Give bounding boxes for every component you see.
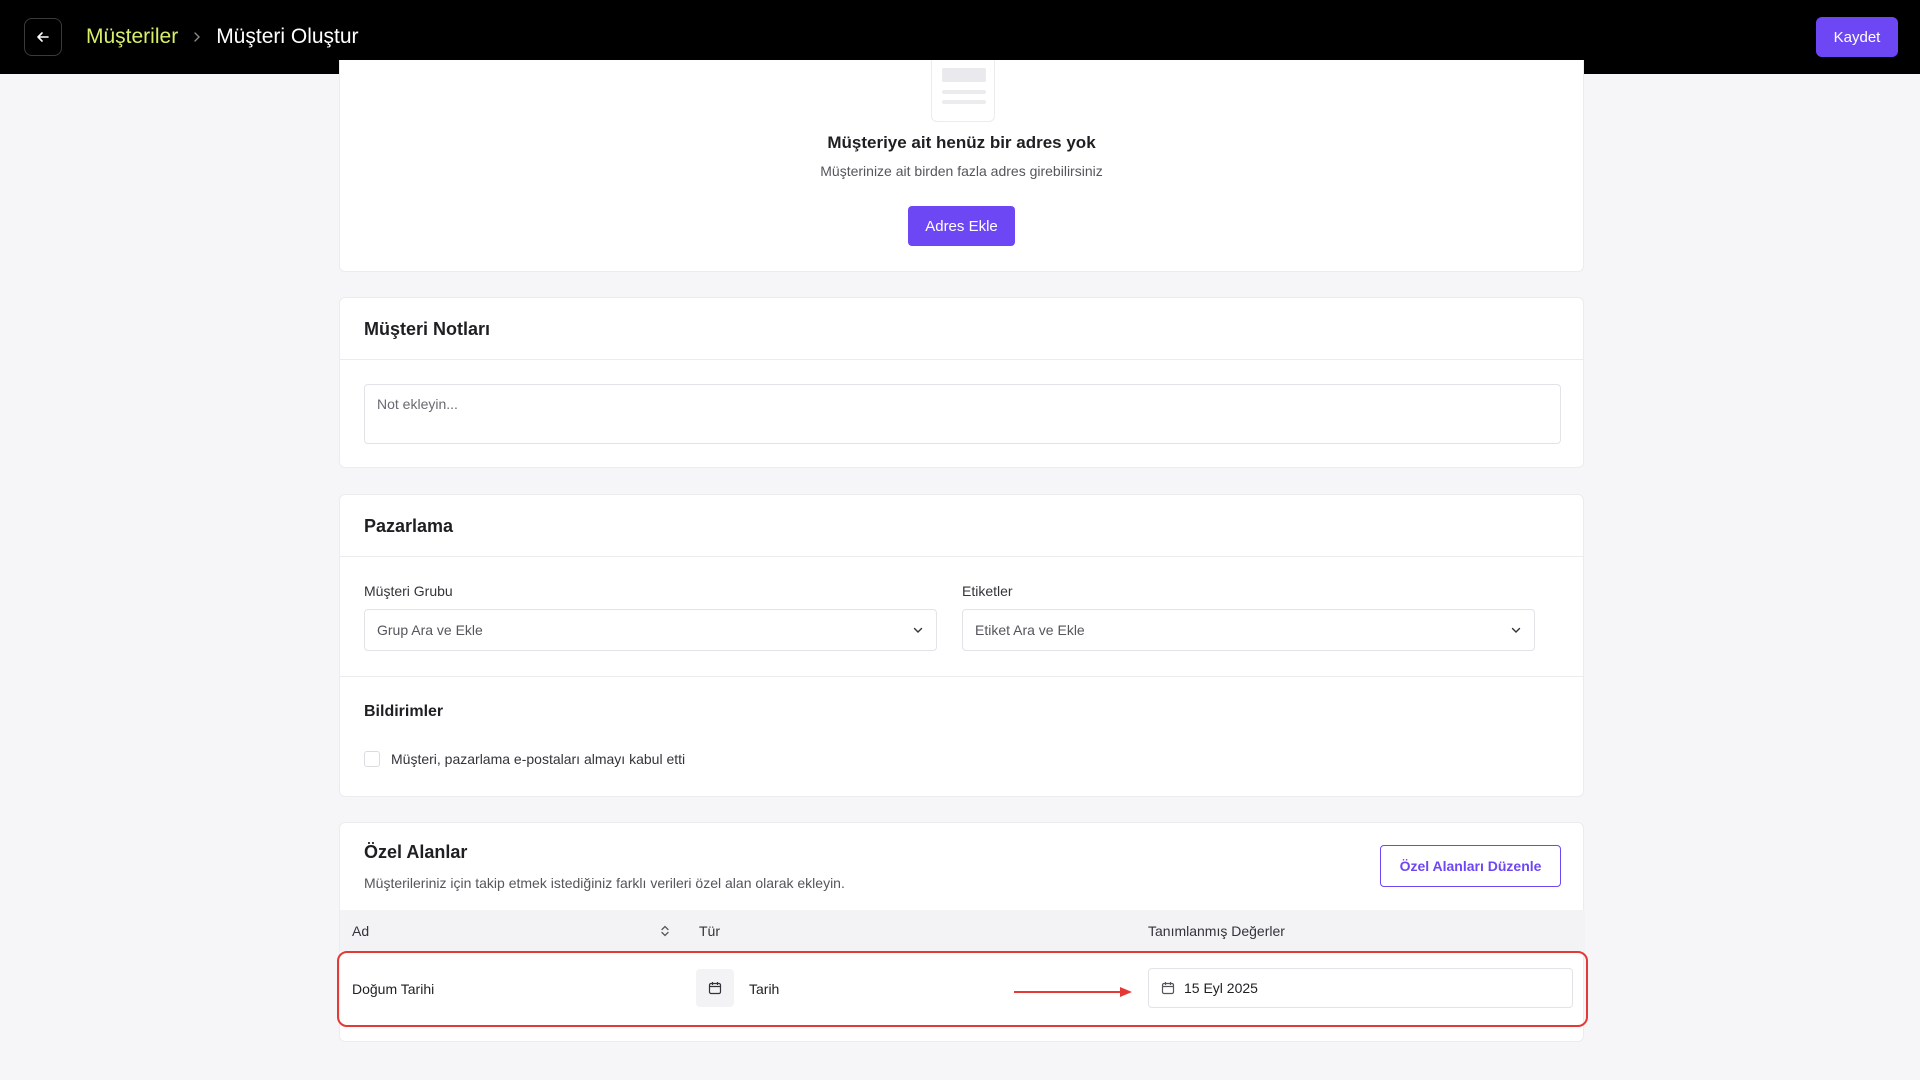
notes-input[interactable] xyxy=(364,384,1561,444)
divider xyxy=(340,556,1583,557)
date-value: 15 Eyl 2025 xyxy=(1184,980,1258,996)
address-empty-title: Müşteriye ait henüz bir adres yok xyxy=(827,133,1096,152)
notifications-title: Bildirimler xyxy=(364,703,444,720)
page-title: Müşteri Oluştur xyxy=(216,25,359,48)
add-address-button[interactable]: Adres Ekle xyxy=(908,206,1015,246)
calendar-icon xyxy=(1161,982,1175,995)
edit-custom-fields-button[interactable]: Özel Alanları Düzenle xyxy=(1380,845,1561,887)
table-header: Ad Tür Tanımlanmış Değerler xyxy=(340,910,1585,951)
chevron-down-icon xyxy=(913,627,923,633)
email-consent-row: Müşteri, pazarlama e-postaları almayı ka… xyxy=(364,751,685,767)
column-header-type: Tür xyxy=(699,922,720,939)
divider xyxy=(340,676,1583,677)
chevron-down-icon xyxy=(1511,627,1521,633)
field-type: Tarih xyxy=(749,981,780,997)
save-button[interactable]: Kaydet xyxy=(1816,17,1898,57)
calendar-icon xyxy=(696,969,734,1007)
breadcrumb-customers-link[interactable]: Müşteriler xyxy=(86,25,178,49)
custom-fields-subtitle: Müşterileriniz için takip etmek istediği… xyxy=(364,875,845,891)
breadcrumb: Müşteriler Müşteri Oluştur xyxy=(86,0,359,74)
tags-placeholder: Etiket Ara ve Ekle xyxy=(975,622,1085,638)
arrow-right-icon xyxy=(1014,987,1132,997)
table-row: Doğum Tarihi Tarih 15 Eyl 2025 xyxy=(337,951,1588,1027)
customer-group-placeholder: Grup Ara ve Ekle xyxy=(377,622,483,638)
back-button[interactable] xyxy=(24,18,62,56)
address-empty-subtitle: Müşterinize ait birden fazla adres gireb… xyxy=(820,163,1103,179)
sort-icon[interactable] xyxy=(659,910,671,951)
customer-notes-card: Müşteri Notları xyxy=(339,297,1584,468)
notes-title: Müşteri Notları xyxy=(364,319,491,339)
marketing-title: Pazarlama xyxy=(364,516,454,536)
address-card: Müşteriye ait henüz bir adres yok Müşter… xyxy=(339,60,1584,272)
divider xyxy=(340,359,1583,360)
field-name: Doğum Tarihi xyxy=(352,981,435,997)
email-consent-checkbox[interactable] xyxy=(364,751,380,767)
email-consent-label: Müşteri, pazarlama e-postaları almayı ka… xyxy=(391,751,686,767)
custom-fields-card: Özel Alanlar Müşterileriniz için takip e… xyxy=(337,822,1588,1042)
custom-fields-title: Özel Alanlar xyxy=(364,842,468,862)
document-icon xyxy=(931,60,995,122)
arrow-left-icon xyxy=(37,32,49,42)
date-value-input[interactable]: 15 Eyl 2025 xyxy=(1148,968,1573,1008)
column-header-values: Tanımlanmış Değerler xyxy=(1148,922,1285,939)
customer-group-select[interactable]: Grup Ara ve Ekle xyxy=(364,609,937,651)
customer-group-label: Müşteri Grubu xyxy=(364,583,453,599)
column-header-name[interactable]: Ad xyxy=(352,910,369,951)
chevron-right-icon xyxy=(192,31,202,43)
tags-select[interactable]: Etiket Ara ve Ekle xyxy=(962,609,1535,651)
tags-label: Etiketler xyxy=(962,583,1013,599)
marketing-card: Pazarlama Müşteri Grubu Grup Ara ve Ekle… xyxy=(339,494,1584,797)
